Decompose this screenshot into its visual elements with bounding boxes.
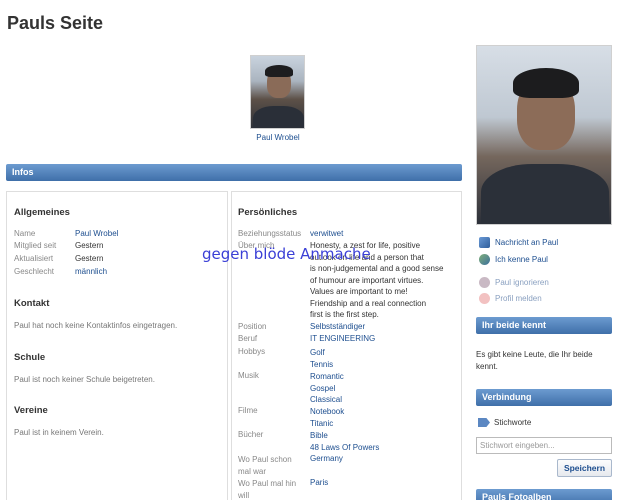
row-label-relationship: Beziehungsstatus <box>238 229 302 238</box>
profile-photo-small[interactable] <box>250 55 305 129</box>
music-list: Romantic Gospel Classical <box>310 371 344 406</box>
row-label-updated: Aktualisiert <box>14 254 54 263</box>
infos-header: Infos <box>6 164 462 181</box>
row-value-gender[interactable]: männlich <box>75 267 107 276</box>
know-paul-action[interactable]: Ich kenne Paul <box>479 254 548 265</box>
row-value-updated: Gestern <box>75 254 104 263</box>
section-title-kontakt: Kontakt <box>14 298 50 309</box>
section-title-allgemeines: Allgemeines <box>14 207 70 218</box>
row-value-relationship[interactable]: verwitwet <box>310 229 343 238</box>
personal-info-panel: Persönliches Beziehungsstatus verwitwet … <box>231 191 462 500</box>
row-value-job[interactable]: IT ENGINEERING <box>310 334 375 343</box>
tag-input[interactable] <box>476 437 612 454</box>
tag-icon <box>478 418 490 427</box>
vereine-text: Paul ist in keinem Verein. <box>14 428 104 437</box>
save-button[interactable]: Speichern <box>557 459 612 477</box>
ignore-action[interactable]: Paul ignorieren <box>479 277 549 288</box>
report-icon <box>479 293 490 304</box>
profile-thumbnail-name[interactable]: Paul Wrobel <box>236 133 320 142</box>
film-item[interactable]: Titanic <box>310 418 344 430</box>
films-list: Notebook Titanic <box>310 406 344 429</box>
report-label: Profil melden <box>495 294 542 303</box>
user-add-icon <box>479 254 490 265</box>
row-value-wants-to-go[interactable]: Paris <box>310 478 328 487</box>
row-label-been-to: Wo Paul schon mal war <box>238 455 292 476</box>
row-label-films: Filme <box>238 406 258 415</box>
music-item[interactable]: Romantic <box>310 371 344 383</box>
profile-thumbnail[interactable] <box>250 55 305 129</box>
row-label-position: Position <box>238 322 267 331</box>
row-label-music: Musik <box>238 371 259 380</box>
mutual-friends-header: Ihr beide kennt <box>476 317 612 334</box>
row-value-position[interactable]: Selbstständiger <box>310 322 365 331</box>
hobby-item[interactable]: Tennis <box>310 359 333 371</box>
row-label-member-since: Mitglied seit <box>14 241 57 250</box>
kontakt-text: Paul hat noch keine Kontaktinfos eingetr… <box>14 321 178 330</box>
music-item[interactable]: Gospel <box>310 383 344 395</box>
report-action[interactable]: Profil melden <box>479 293 542 304</box>
row-label-hobbies: Hobbys <box>238 347 266 356</box>
mutual-friends-text: Es gibt keine Leute, die Ihr beide kennt… <box>476 350 593 371</box>
row-label-name: Name <box>14 229 36 238</box>
schule-text: Paul ist noch keiner Schule beigetreten. <box>14 375 155 384</box>
book-item[interactable]: Bible <box>310 430 379 442</box>
row-label-wants-to-go: Wo Paul mal hin will <box>238 479 297 500</box>
photo-albums-header: Pauls Fotoalben <box>476 489 612 500</box>
books-list: Bible 48 Laws Of Powers <box>310 430 379 453</box>
film-item[interactable]: Notebook <box>310 406 344 418</box>
row-label-books: Bücher <box>238 430 264 439</box>
page-title: Pauls Seite <box>7 13 104 33</box>
row-label-job: Beruf <box>238 334 258 343</box>
row-label-gender: Geschlecht <box>14 267 55 276</box>
row-value-name[interactable]: Paul Wrobel <box>75 229 118 238</box>
row-value-been-to[interactable]: Germany <box>310 454 343 463</box>
section-title-persoenliches: Persönliches <box>238 207 298 218</box>
general-info-panel: Allgemeines Name Paul Wrobel Mitglied se… <box>6 191 228 500</box>
tags-label: Stichworte <box>494 418 532 427</box>
message-icon <box>479 237 490 248</box>
tags-row: Stichworte <box>478 418 531 427</box>
music-item[interactable]: Classical <box>310 394 344 406</box>
user-ignore-icon <box>479 277 490 288</box>
hobbies-list: Golf Tennis <box>310 347 333 370</box>
hobby-item[interactable]: Golf <box>310 347 333 359</box>
row-value-member-since: Gestern <box>75 241 104 250</box>
section-title-schule: Schule <box>14 352 46 363</box>
profile-photo-large[interactable] <box>476 45 612 225</box>
send-message-action[interactable]: Nachricht an Paul <box>479 237 558 248</box>
connection-header: Verbindung <box>476 389 612 406</box>
section-title-vereine: Vereine <box>14 405 48 416</box>
know-paul-label: Ich kenne Paul <box>495 255 548 264</box>
send-message-label: Nachricht an Paul <box>495 238 559 247</box>
ignore-label: Paul ignorieren <box>495 278 549 287</box>
watermark-text: gegen blöde Anmache <box>202 245 371 263</box>
book-item[interactable]: 48 Laws Of Powers <box>310 442 379 454</box>
